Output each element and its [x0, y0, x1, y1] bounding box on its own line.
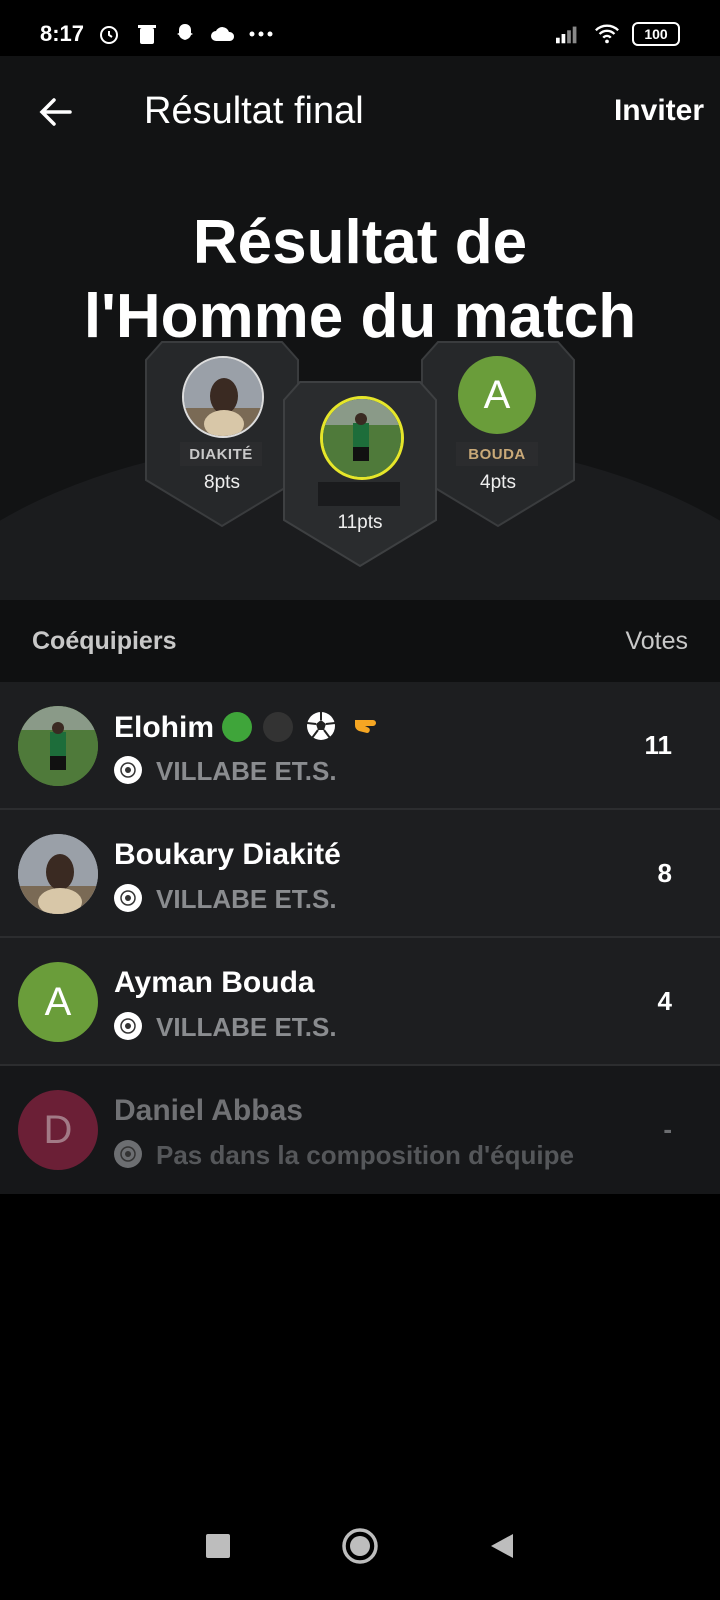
- player-votes: 4: [657, 986, 672, 1016]
- home-icon[interactable]: [341, 1527, 379, 1570]
- hero-title-line2: l'Homme du match: [83, 282, 637, 351]
- status-right: 100: [556, 21, 680, 47]
- system-nav-bar: [0, 1496, 720, 1600]
- player-name: Daniel Abbas: [114, 1094, 303, 1127]
- teammates-label: Coéquipiers: [32, 626, 177, 655]
- more-dots-icon: [248, 21, 274, 47]
- alarm-icon: [96, 21, 122, 47]
- team-badge-icon: [114, 1012, 142, 1040]
- team-badge-icon: [114, 1140, 142, 1168]
- trash-icon: [134, 21, 160, 47]
- team-badge-icon: [114, 884, 142, 912]
- podium-points: 4pts: [480, 472, 516, 493]
- teammates-header: Coéquipiers Votes: [0, 600, 720, 682]
- avatar-letter: A: [483, 372, 511, 417]
- avatar: [18, 834, 98, 914]
- hero-title: Résultat de l'Homme du match: [0, 206, 720, 354]
- avatar: [320, 396, 404, 480]
- podium-name: BOUDA: [456, 442, 538, 466]
- podium-points: 8pts: [204, 472, 240, 493]
- hand-icon: [349, 710, 381, 750]
- back-arrow-icon[interactable]: [36, 92, 76, 132]
- hero-title-line1: Résultat de: [192, 208, 528, 277]
- podium-card-winner[interactable]: 11pts: [282, 380, 438, 568]
- black-circle-icon: [262, 712, 293, 742]
- podium-card-third[interactable]: A BOUDA 4pts: [420, 340, 576, 528]
- player-name: Ayman Bouda: [114, 966, 315, 999]
- team-badge-icon: [114, 756, 142, 784]
- back-icon[interactable]: [489, 1532, 515, 1565]
- player-votes: 11: [644, 730, 673, 760]
- avatar: D: [18, 1090, 98, 1170]
- snapchat-icon: [172, 21, 198, 47]
- player-team: VILLABE ET.S.: [156, 884, 337, 914]
- player-team: VILLABE ET.S.: [156, 1012, 337, 1042]
- avatar: A: [18, 962, 98, 1042]
- player-row[interactable]: Boukary Diakité VILLABE ET.S. 8: [0, 810, 720, 938]
- player-row[interactable]: A Ayman Bouda VILLABE ET.S. 4: [0, 938, 720, 1066]
- cloud-icon: [210, 21, 236, 47]
- soccer-ball-icon: [305, 710, 337, 750]
- player-name: Elohim: [114, 710, 381, 750]
- status-time: 8:17: [40, 21, 85, 46]
- player-row[interactable]: Elohim VILLABE ET.S. 11: [0, 682, 720, 810]
- player-votes: 8: [657, 858, 672, 888]
- wifi-icon: [594, 21, 620, 47]
- avatar: [182, 356, 264, 438]
- player-row[interactable]: D Daniel Abbas Pas dans la composition d…: [0, 1066, 720, 1194]
- podium-points: 11pts: [337, 512, 383, 533]
- avatar: [18, 706, 98, 786]
- podium-card-second[interactable]: DIAKITÉ 8pts: [144, 340, 300, 528]
- votes-label: Votes: [625, 626, 688, 655]
- page-title: Résultat final: [144, 90, 364, 132]
- player-name: Boukary Diakité: [114, 838, 341, 871]
- avatar: A: [458, 356, 536, 434]
- player-team: VILLABE ET.S.: [156, 756, 337, 786]
- battery-indicator: 100: [632, 22, 680, 46]
- player-votes: -: [663, 1114, 672, 1144]
- podium-name: [318, 482, 400, 506]
- app-bar: Résultat final Inviter: [0, 56, 720, 166]
- man-of-the-match-hero: Résultat de l'Homme du match DIAKITÉ 8pt…: [0, 166, 720, 600]
- invite-button[interactable]: Inviter: [614, 94, 704, 128]
- avatar-letter: D: [43, 1107, 73, 1152]
- signal-icon: [556, 21, 582, 47]
- avatar-letter: A: [44, 979, 72, 1024]
- player-team: Pas dans la composition d'équipe: [156, 1140, 574, 1170]
- player-name-text: Elohim: [114, 711, 215, 744]
- green-circle-icon: [222, 712, 253, 742]
- recents-icon[interactable]: [205, 1533, 231, 1564]
- status-left: 8:17: [40, 21, 274, 47]
- podium-name: DIAKITÉ: [180, 442, 262, 466]
